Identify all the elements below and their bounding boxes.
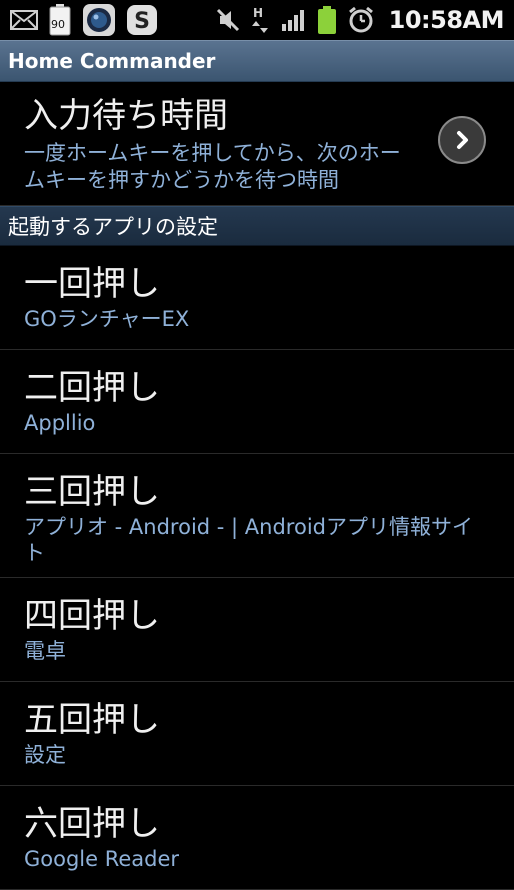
section-header-launch-apps: 起動するアプリの設定	[0, 206, 514, 246]
list-item-press-6[interactable]: 六回押し Google Reader	[0, 786, 514, 890]
svg-text:H: H	[253, 6, 263, 20]
list-item-press-3[interactable]: 三回押し アプリオ - Android - | Androidアプリ情報サイト	[0, 454, 514, 578]
preference-list: 入力待ち時間 一度ホームキーを押してから、次のホームキーを押すかどうかを待つ時間…	[0, 82, 514, 890]
item-summary: 電卓	[24, 639, 66, 663]
status-bar: 90 S H 10:58AM	[0, 0, 514, 40]
svg-text:S: S	[134, 9, 150, 34]
list-item-press-2[interactable]: 二回押し Appllio	[0, 350, 514, 454]
list-item-press-5[interactable]: 五回押し 設定	[0, 682, 514, 786]
wait-time-summary: 一度ホームキーを押してから、次のホームキーを押すかどうかを待つ時間	[24, 141, 401, 192]
battery-percent-badge: 90	[51, 18, 65, 31]
item-title: 二回押し	[24, 368, 160, 408]
camera-app-icon	[82, 3, 116, 37]
status-clock: 10:58AM	[388, 6, 505, 34]
item-title: 五回押し	[24, 700, 160, 740]
item-summary: Appllio	[24, 411, 96, 435]
wait-time-preference[interactable]: 入力待ち時間 一度ホームキーを押してから、次のホームキーを押すかどうかを待つ時間	[0, 82, 514, 206]
item-summary: Google Reader	[24, 847, 180, 871]
item-title: 四回押し	[24, 596, 160, 636]
item-title: 一回押し	[24, 264, 160, 304]
item-title: 三回押し	[24, 472, 160, 512]
battery-icon	[317, 5, 337, 35]
item-title: 六回押し	[24, 804, 160, 844]
battery-widget-icon: 90	[48, 3, 72, 37]
hspa-data-icon: H	[251, 5, 271, 35]
item-summary: 設定	[24, 743, 66, 767]
signal-icon	[281, 8, 307, 32]
list-item-press-1[interactable]: 一回押し GOランチャーEX	[0, 246, 514, 350]
wait-time-title: 入力待ち時間	[24, 96, 228, 136]
app-title-bar: Home Commander	[0, 40, 514, 82]
chevron-right-icon[interactable]	[438, 116, 486, 164]
item-summary: アプリオ - Android - | Androidアプリ情報サイト	[24, 515, 473, 565]
mute-icon	[215, 7, 241, 33]
item-summary: GOランチャーEX	[24, 307, 190, 331]
app-title: Home Commander	[8, 49, 216, 73]
alarm-icon	[347, 6, 375, 34]
mail-icon	[10, 9, 38, 31]
list-item-press-4[interactable]: 四回押し 電卓	[0, 578, 514, 682]
skype-icon: S	[126, 4, 158, 36]
section-header-title: 起動するアプリの設定	[8, 215, 218, 239]
